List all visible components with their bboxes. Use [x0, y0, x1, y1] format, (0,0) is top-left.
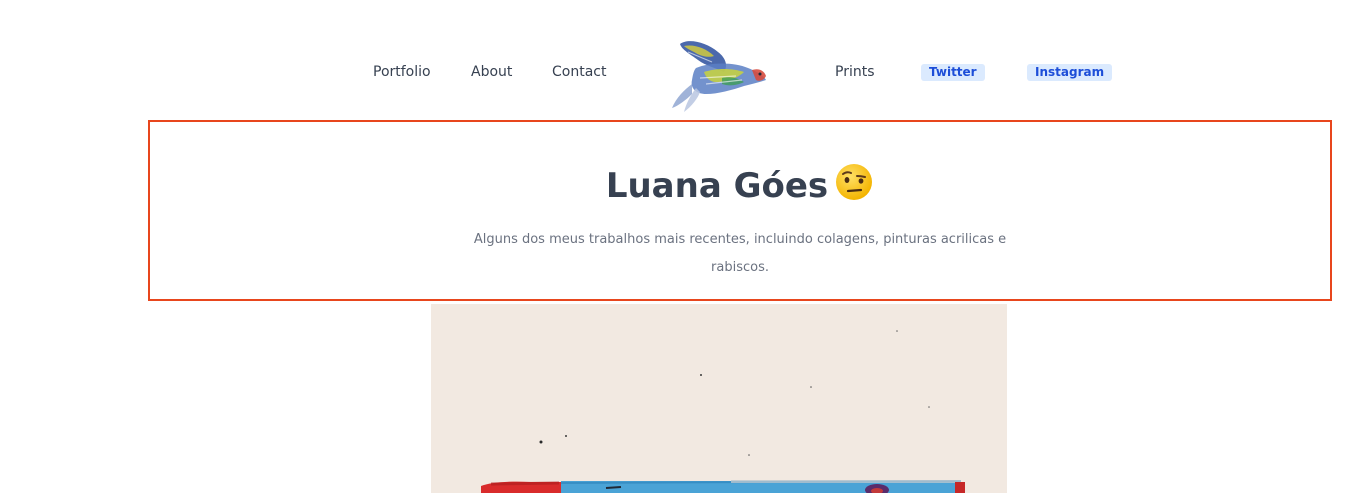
page-title-text: Luana Góes — [605, 166, 829, 206]
nav-link-prints[interactable]: Prints — [835, 63, 875, 81]
nav-link-contact[interactable]: Contact — [552, 63, 606, 81]
nav-link-portfolio[interactable]: Portfolio — [373, 63, 431, 81]
instagram-link[interactable]: Instagram — [1027, 64, 1113, 81]
page: Portfolio About Contact Prints Twitter I… — [0, 0, 1363, 493]
home-logo-link[interactable] — [666, 38, 772, 114]
twitter-link[interactable]: Twitter — [921, 64, 985, 81]
hero-section: Luana Góes Alguns dos meus trabalhos mai… — [148, 120, 1332, 301]
top-navigation: Portfolio About Contact Prints Twitter I… — [0, 0, 1363, 120]
bird-logo-icon — [672, 41, 766, 112]
page-title: Luana Góes — [150, 162, 1330, 206]
nav-link-about[interactable]: About — [471, 63, 512, 81]
face-with-raised-eyebrow-icon — [836, 164, 873, 200]
artwork-image[interactable] — [431, 304, 1007, 493]
page-description: Alguns dos meus trabalhos mais recentes,… — [473, 232, 1007, 275]
collage-artwork — [431, 304, 1007, 493]
